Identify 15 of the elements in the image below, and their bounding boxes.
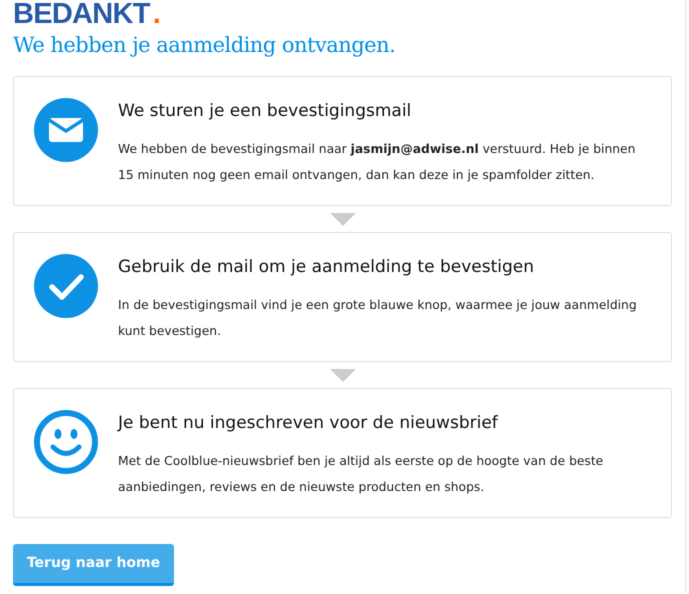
step-description: We hebben de bevestigingsmail naar jasmijn@adwise.nl verstuurd. Heb je binnen 15 minuten nog geen email ontvangen, dan kan deze in je spamfolder zitten. bbox=[118, 141, 636, 184]
down-arrow-icon bbox=[330, 212, 356, 226]
step-description: In de bevestigingsmail vind je een grote blauwe knop, waarmee je jouw aanmelding kunt bevestigen. bbox=[118, 297, 638, 340]
checkmark-icon bbox=[34, 254, 98, 318]
page-subtitle: We hebben je aanmelding ontvangen. bbox=[13, 32, 396, 59]
title-dot: . bbox=[152, 0, 161, 28]
step-title: Je bent nu ingeschreven voor de nieuwsbrief bbox=[118, 412, 499, 435]
page-title: BEDANKT bbox=[13, 0, 150, 28]
down-arrow-icon bbox=[330, 368, 356, 382]
envelope-icon bbox=[34, 98, 98, 162]
step-title: We sturen je een bevestigingsmail bbox=[118, 100, 412, 123]
home-button[interactable]: Terug naar home bbox=[13, 544, 174, 586]
smiley-icon bbox=[34, 410, 98, 474]
step-title: Gebruik de mail om je aanmelding te bevestigen bbox=[118, 256, 535, 279]
step-description: Met de Coolblue-nieuwsbrief ben je altijd als eerste op de hoogte van de beste aanbiedingen, reviews en de nieuwste producten en shops. bbox=[118, 453, 604, 496]
